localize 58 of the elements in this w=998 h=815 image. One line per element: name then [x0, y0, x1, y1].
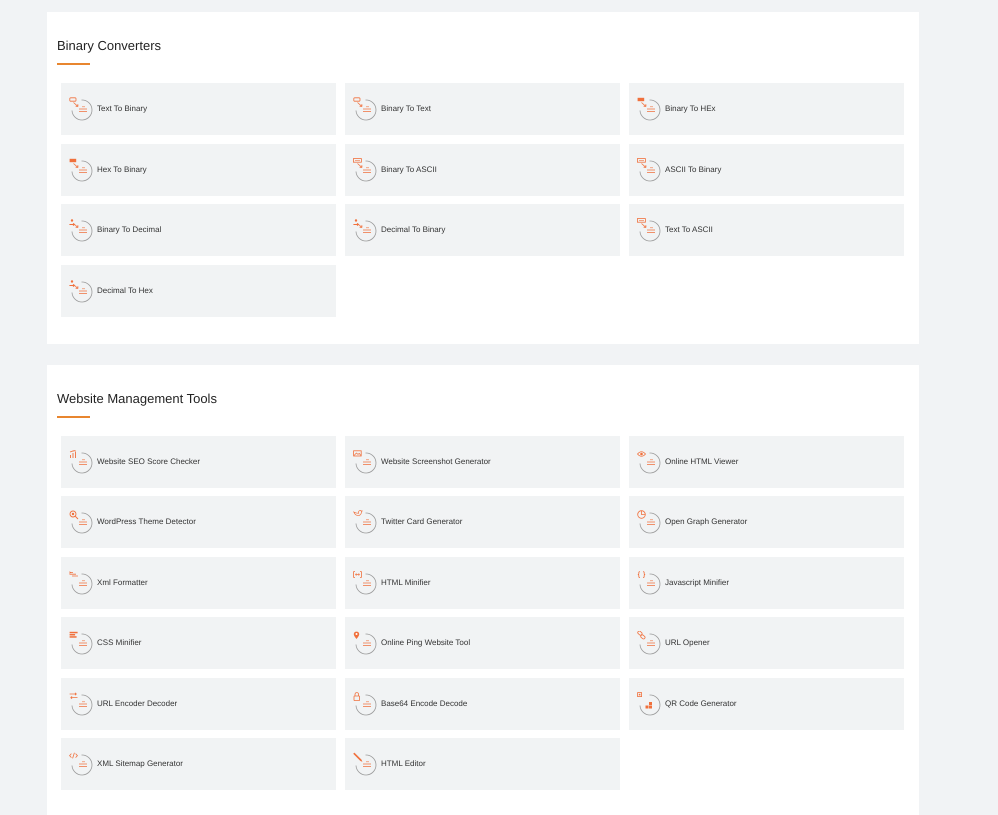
tool-link[interactable]: CSS Minifier — [61, 617, 336, 669]
tool-link[interactable]: URL Opener — [629, 617, 904, 669]
tool-link[interactable]: Javascript Minifier — [629, 556, 904, 608]
tool-link[interactable]: Binary To HEx — [629, 83, 904, 135]
lock-icon — [353, 692, 377, 716]
tool-link[interactable]: Text To Binary — [61, 83, 336, 135]
conversion-icon — [353, 97, 377, 121]
tool-link[interactable]: WordPress Theme Detector — [61, 496, 336, 548]
tool-link[interactable]: URL Encoder Decoder — [61, 678, 336, 730]
pencil-icon — [353, 752, 377, 776]
section-title: Binary Converters — [57, 37, 162, 55]
conversion-icon — [637, 97, 661, 121]
braces-icon — [637, 570, 661, 594]
conversion-icon — [69, 97, 93, 121]
tool-link[interactable]: Twitter Card Generator — [345, 496, 620, 548]
image-icon — [353, 450, 377, 474]
tool-link[interactable]: Open Graph Generator — [629, 496, 904, 548]
tool-link[interactable]: Website SEO Score Checker — [61, 436, 336, 488]
brackets-icon — [353, 570, 377, 594]
tool-link[interactable]: ASCII To Binary — [629, 144, 904, 196]
section-title: Website Management Tools — [57, 390, 218, 408]
title-underline — [57, 63, 90, 65]
arrows-icon — [69, 692, 93, 716]
tool-link[interactable]: Binary To Text — [345, 83, 620, 135]
tool-link[interactable]: Website Screenshot Generator — [345, 436, 620, 488]
stacked-bars-icon — [69, 631, 93, 655]
chart-icon — [69, 450, 93, 474]
conversion-icon — [353, 218, 377, 242]
qr-code-icon — [637, 692, 661, 716]
tool-link[interactable]: XML Sitemap Generator — [61, 738, 336, 790]
tool-link[interactable]: HTML Minifier — [345, 556, 620, 608]
link-icon — [637, 631, 661, 655]
document-icon — [69, 570, 93, 594]
code-icon — [69, 752, 93, 776]
bird-icon — [353, 510, 377, 534]
tool-link[interactable]: Online HTML Viewer — [629, 436, 904, 488]
eye-icon — [637, 450, 661, 474]
pin-icon — [353, 631, 377, 655]
conversion-icon — [69, 278, 93, 302]
title-underline — [57, 416, 90, 418]
tool-link[interactable]: Decimal To Hex — [61, 264, 336, 316]
conversion-icon — [637, 158, 661, 182]
tool-link[interactable]: Text To ASCII — [629, 204, 904, 256]
tool-link[interactable]: Binary To Decimal — [61, 204, 336, 256]
tool-link[interactable]: Online Ping Website Tool — [345, 617, 620, 669]
tool-link[interactable]: Binary To ASCII — [345, 144, 620, 196]
magnifier-icon — [69, 510, 93, 534]
tool-link[interactable]: HTML Editor — [345, 738, 620, 790]
tool-link[interactable]: Hex To Binary — [61, 144, 336, 196]
tool-link[interactable]: Base64 Encode Decode — [345, 678, 620, 730]
conversion-icon — [353, 158, 377, 182]
conversion-icon — [69, 158, 93, 182]
conversion-icon — [637, 218, 661, 242]
tool-link[interactable]: Decimal To Binary — [345, 204, 620, 256]
tool-link[interactable]: QR Code Generator — [629, 678, 904, 730]
pie-chart-icon — [637, 510, 661, 534]
tool-link[interactable]: Xml Formatter — [61, 556, 336, 608]
conversion-icon — [69, 218, 93, 242]
